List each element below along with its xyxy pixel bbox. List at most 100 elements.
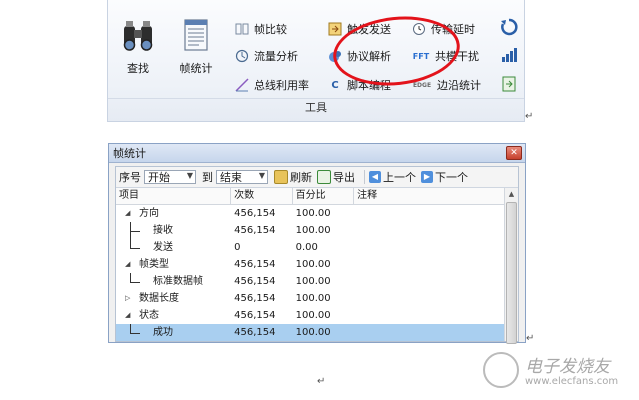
bus-utilization-button[interactable]: 总线利用率: [234, 76, 309, 94]
cell-item: 接收: [116, 222, 231, 239]
start-select[interactable]: 开始 ▼: [144, 170, 196, 184]
paragraph-mark: ↵: [525, 111, 534, 122]
trigger-send-icon: [327, 21, 343, 37]
refresh-icon[interactable]: [500, 18, 518, 40]
document-list-icon: [179, 18, 213, 54]
cell-percent: 100.00: [295, 276, 331, 287]
grid-body: ◢ 方向 456,154 100.00 接收 456,154 100.00 发送 0 0.00 ◢ 帧…: [116, 205, 505, 341]
table-row[interactable]: 成功 456,154 100.00: [116, 324, 505, 341]
dialog-title: 帧统计: [113, 147, 146, 160]
chevron-down-icon: ▼: [258, 171, 265, 180]
ribbon-tools-group: 查找 帧统计 帧比较 流量分析 总线利用率 触发发送 协议解析 C 脚本编程 传…: [107, 0, 525, 122]
frame-stats-dialog: 帧统计 ✕ 序号 开始 ▼ 到 结束 ▼ 刷新 导出 ◀ 上一个 ▶ 下一个 项…: [108, 143, 526, 344]
export-icon[interactable]: [501, 76, 517, 96]
find-button[interactable]: 查找: [116, 18, 160, 76]
table-row[interactable]: ▷ 数据长度 456,154 100.00: [116, 290, 505, 307]
tree-connector: [130, 231, 140, 232]
refresh-button[interactable]: 刷新: [274, 169, 312, 185]
close-icon[interactable]: ✕: [506, 146, 522, 160]
cell-percent: 100.00: [295, 208, 331, 219]
expand-icon[interactable]: ▷: [125, 290, 130, 307]
column-header-count[interactable]: 次数: [231, 188, 293, 204]
refresh-icon: [274, 170, 288, 184]
collapse-icon[interactable]: ◢: [125, 205, 130, 222]
traffic-analysis-icon: [234, 48, 250, 64]
paragraph-mark: ↵: [526, 333, 535, 344]
bus-utilization-icon: [234, 77, 250, 93]
cell-count: 456,154: [234, 327, 276, 338]
table-row[interactable]: 接收 456,154 100.00: [116, 222, 505, 239]
traffic-analysis-button[interactable]: 流量分析: [234, 47, 298, 65]
to-label: 到: [202, 171, 213, 184]
edge-stats-label: 边沿统计: [437, 79, 481, 92]
column-header-item[interactable]: 项目: [116, 188, 232, 204]
refresh-label: 刷新: [290, 171, 312, 184]
arrow-right-icon: ▶: [421, 171, 433, 183]
tree-connector: [130, 273, 131, 282]
tree-connector: [130, 239, 131, 248]
tree-connector: [130, 333, 140, 334]
tree-node-label: 方向: [139, 208, 159, 219]
table-row[interactable]: ◢ 方向 456,154 100.00: [116, 205, 505, 222]
dialog-titlebar[interactable]: 帧统计 ✕: [109, 144, 525, 163]
cell-note: [354, 273, 505, 290]
cell-count: 456,154: [234, 276, 276, 287]
cell-count: 456,154: [234, 293, 276, 304]
table-row[interactable]: ◢ 帧类型 456,154 100.00: [116, 256, 505, 273]
toolbar-divider: [364, 170, 365, 184]
table-row[interactable]: ◢ 状态 456,154 100.00: [116, 307, 505, 324]
cell-item: 成功: [116, 324, 231, 341]
column-header-note[interactable]: 注释: [354, 188, 505, 204]
signal-bars-icon[interactable]: [501, 47, 517, 67]
scroll-thumb[interactable]: [506, 202, 517, 344]
tree-leaf-label: 发送: [153, 242, 173, 253]
table-row[interactable]: 发送 0 0.00: [116, 239, 505, 256]
frame-compare-button[interactable]: 帧比较: [234, 20, 287, 38]
column-header-percent[interactable]: 百分比: [293, 188, 355, 204]
frame-stats-label: 帧统计: [179, 62, 213, 75]
cell-count: 456,154: [234, 259, 276, 270]
cell-percent: 0.00: [295, 242, 318, 253]
watermark-title: 电子发烧友: [525, 357, 610, 377]
frame-compare-label: 帧比较: [254, 23, 287, 36]
logo-icon: [483, 352, 519, 388]
compare-icon: [234, 21, 250, 37]
collapse-icon[interactable]: ◢: [125, 307, 130, 324]
cell-count: 456,154: [234, 208, 276, 219]
cell-percent: 100.00: [295, 310, 331, 321]
traffic-analysis-label: 流量分析: [254, 50, 298, 63]
cell-percent: 100.00: [295, 293, 331, 304]
scroll-up-icon[interactable]: ▲: [505, 188, 518, 200]
watermark-logo: 电子发烧友 www.elecfans.com: [483, 350, 633, 396]
collapse-icon[interactable]: ◢: [125, 256, 130, 273]
binoculars-icon: [121, 18, 155, 54]
vertical-scrollbar[interactable]: ▲: [504, 188, 518, 344]
next-label: 下一个: [435, 171, 468, 184]
end-value: 结束: [220, 171, 242, 184]
cell-note: [354, 205, 505, 222]
next-button[interactable]: ▶ 下一个: [421, 169, 468, 185]
cell-item: ◢ 状态: [116, 307, 231, 324]
cell-item: 发送: [116, 239, 231, 256]
seq-label: 序号: [119, 171, 141, 184]
cell-item: ◢ 帧类型: [116, 256, 231, 273]
tree-node-label: 数据长度: [139, 293, 179, 304]
end-select[interactable]: 结束 ▼: [216, 170, 268, 184]
tree-connector: [130, 248, 140, 249]
bus-utilization-label: 总线利用率: [254, 79, 309, 92]
dialog-content: 序号 开始 ▼ 到 结束 ▼ 刷新 导出 ◀ 上一个 ▶ 下一个 项目 次数 百…: [115, 166, 519, 344]
table-row[interactable]: 标准数据帧 456,154 100.00: [116, 273, 505, 290]
prev-button[interactable]: ◀ 上一个: [369, 169, 416, 185]
export-button[interactable]: 导出: [317, 169, 355, 185]
frame-stats-button[interactable]: 帧统计: [174, 18, 218, 76]
tree-connector: [130, 324, 131, 333]
cell-note: [354, 239, 505, 256]
cell-item: ◢ 方向: [116, 205, 231, 222]
cell-note: [354, 256, 505, 273]
tree-leaf-label: 成功: [153, 327, 173, 338]
cell-note: [354, 324, 505, 341]
cell-count: 456,154: [234, 310, 276, 321]
start-value: 开始: [148, 171, 170, 184]
tree-node-label: 帧类型: [139, 259, 169, 270]
chevron-down-icon: ▼: [186, 171, 193, 180]
